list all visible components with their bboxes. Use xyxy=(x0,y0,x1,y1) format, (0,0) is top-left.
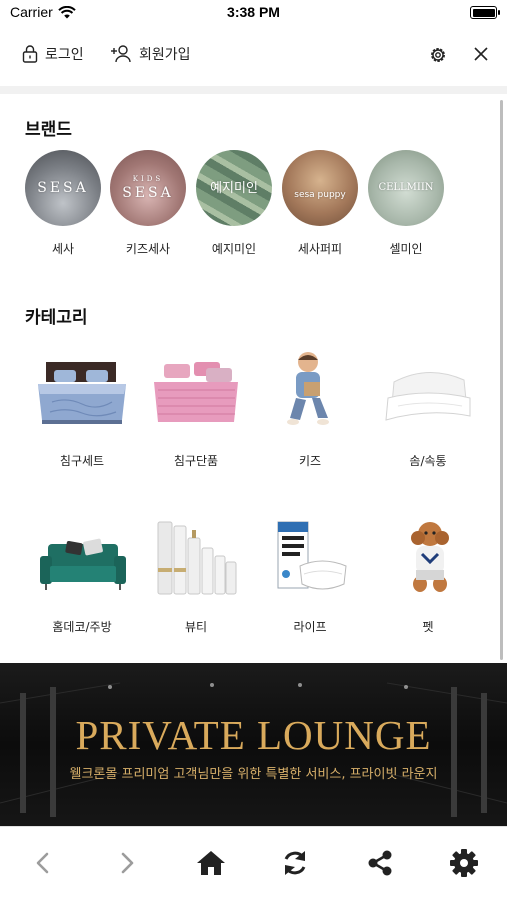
category-item-life[interactable]: 라이프 xyxy=(250,518,370,635)
category-item-home-deco[interactable]: 홈데코/주방 xyxy=(22,518,142,635)
forward-icon xyxy=(121,852,134,874)
brand-list: SESA 세사 KIDS SESA 키즈세사 예지미인 예지미인 sesa pu… xyxy=(0,150,507,260)
signup-button[interactable]: 회원가입 xyxy=(110,44,191,64)
brand-section-title: 브랜드 xyxy=(25,120,72,140)
banner-title: PRIVATE LOUNGE xyxy=(75,712,432,758)
category-item-pet[interactable]: 펫 xyxy=(368,518,488,635)
category-name: 뷰티 xyxy=(184,620,208,634)
private-lounge-banner[interactable]: PRIVATE LOUNGE 웰크론몰 프리미엄 고객님만을 위한 특별한 서비… xyxy=(0,663,507,826)
category-name: 펫 xyxy=(422,620,434,634)
kids-image xyxy=(260,352,360,432)
category-name: 솜/속통 xyxy=(409,454,447,468)
status-bar: Carrier 3:38 PM xyxy=(0,0,507,26)
carrier-info: Carrier xyxy=(10,4,76,20)
category-name: 라이프 xyxy=(293,620,327,634)
brand-item-sesa[interactable]: SESA 세사 xyxy=(23,150,103,257)
brand-item-yejimiin[interactable]: 예지미인 예지미인 xyxy=(194,150,274,257)
brand-logo-kids-sesa: KIDS SESA xyxy=(110,150,186,226)
dog-image xyxy=(378,518,478,598)
close-icon xyxy=(474,47,488,61)
bedding-set-image xyxy=(32,352,132,432)
brand-logo-sesa: SESA xyxy=(25,150,101,226)
forward-button[interactable] xyxy=(109,845,145,881)
settings-toolbar-button[interactable] xyxy=(446,845,482,881)
category-item-kids[interactable]: 키즈 xyxy=(250,352,370,469)
mask-image xyxy=(260,518,360,598)
bottom-toolbar xyxy=(0,826,507,900)
add-user-icon xyxy=(111,45,131,63)
brand-name: 세사 xyxy=(51,242,75,256)
signup-label: 회원가입 xyxy=(139,47,191,63)
back-button[interactable] xyxy=(25,845,61,881)
category-item-bedding-set[interactable]: 침구세트 xyxy=(22,352,142,469)
settings-button[interactable] xyxy=(428,45,448,69)
share-icon xyxy=(368,850,392,876)
carrier-label: Carrier xyxy=(10,4,53,20)
category-name: 침구단품 xyxy=(173,454,219,468)
category-name: 홈데코/주방 xyxy=(52,620,112,634)
brand-logo-cellmiin: CELLMIIN xyxy=(368,150,444,226)
brand-name: 예지미인 xyxy=(211,242,257,256)
category-name: 키즈 xyxy=(298,454,322,468)
scrollbar[interactable] xyxy=(500,100,503,660)
category-grid: 침구세트 침구단품 키즈 솜/속통 홈데코/주방 뷰티 라이프 펫 xyxy=(0,340,507,640)
category-item-pillow-filling[interactable]: 솜/속통 xyxy=(368,352,488,469)
refresh-button[interactable] xyxy=(277,845,313,881)
brand-name: 셀미인 xyxy=(389,242,423,256)
brand-item-kids-sesa[interactable]: KIDS SESA 키즈세사 xyxy=(108,150,188,257)
banner-subtitle: 웰크론몰 프리미엄 고객님만을 위한 특별한 서비스, 프라이빗 라운지 xyxy=(69,767,438,782)
clock: 3:38 PM xyxy=(227,4,280,20)
cosmetics-image xyxy=(146,518,246,598)
category-item-beauty[interactable]: 뷰티 xyxy=(136,518,256,635)
back-icon xyxy=(36,852,49,874)
brand-item-sesa-puppy[interactable]: sesa puppy 세사퍼피 xyxy=(280,150,360,257)
brand-logo-sesa-puppy: sesa puppy xyxy=(282,150,358,226)
share-button[interactable] xyxy=(362,845,398,881)
sofa-image xyxy=(32,518,132,598)
lock-icon xyxy=(22,45,38,63)
home-button[interactable] xyxy=(193,845,229,881)
brand-logo-yejimiin: 예지미인 xyxy=(196,150,272,226)
refresh-icon xyxy=(284,851,306,875)
battery-icon xyxy=(470,6,500,19)
login-label: 로그인 xyxy=(45,47,84,63)
pillow-filling-image xyxy=(378,352,478,432)
wifi-icon xyxy=(58,5,76,18)
category-item-bedding-single[interactable]: 침구단품 xyxy=(136,352,256,469)
close-button[interactable] xyxy=(473,46,489,66)
category-section-title: 카테고리 xyxy=(25,308,88,328)
home-icon xyxy=(197,851,225,875)
settings-icon xyxy=(450,849,478,877)
brand-name: 키즈세사 xyxy=(125,242,171,256)
bedding-single-image xyxy=(146,352,246,432)
category-name: 침구세트 xyxy=(59,454,105,468)
login-button[interactable]: 로그인 xyxy=(22,44,84,64)
brand-item-cellmiin[interactable]: CELLMIIN 셀미인 xyxy=(366,150,446,257)
gear-icon xyxy=(431,48,445,62)
brand-name: 세사퍼피 xyxy=(297,242,343,256)
section-divider xyxy=(0,86,507,94)
top-nav: 로그인 회원가입 xyxy=(0,26,507,86)
